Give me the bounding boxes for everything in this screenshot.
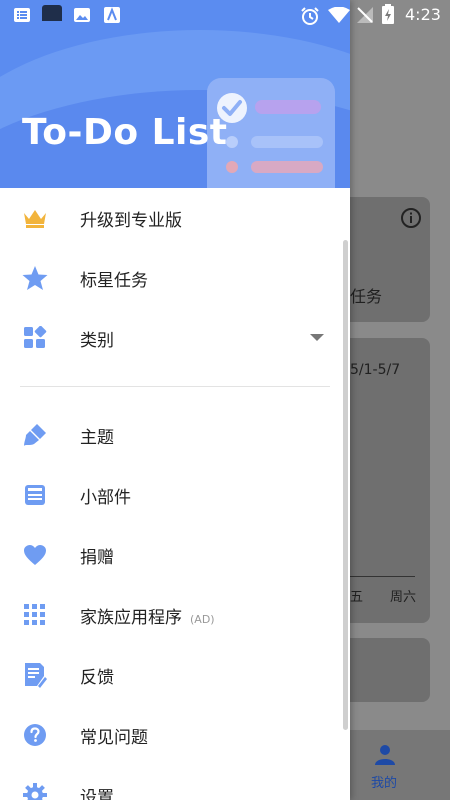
notification-list-icon — [14, 8, 30, 22]
background-card — [338, 338, 430, 623]
chevron-down-icon[interactable] — [309, 333, 325, 343]
menu-item-label: 反馈 — [80, 667, 114, 688]
app-title: To-Do List — [22, 112, 228, 153]
clock: 4:23 — [405, 5, 441, 24]
menu-item-label: 标星任务 — [80, 270, 148, 291]
menu-item-label: 小部件 — [80, 487, 131, 508]
category-icon — [24, 326, 47, 348]
brush-icon — [24, 424, 46, 446]
menu-item-faq[interactable]: 常见问题 — [0, 705, 350, 765]
drawer-menu: 升级到专业版 标星任务 类别 主题 小部件 捐赠 家族应用程序 (AD) 反馈 … — [0, 188, 350, 800]
menu-item-starred-tasks[interactable]: 标星任务 — [0, 248, 350, 308]
menu-item-family-apps[interactable]: 家族应用程序 (AD) — [0, 585, 350, 645]
question-icon — [24, 724, 46, 746]
heart-icon — [24, 545, 46, 565]
menu-item-categories[interactable]: 类别 — [0, 308, 350, 368]
menu-item-widgets[interactable]: 小部件 — [0, 465, 350, 525]
image-icon — [74, 8, 90, 22]
no-signal-icon — [357, 7, 373, 23]
store-icon — [104, 7, 120, 23]
status-bar — [0, 0, 350, 30]
ad-badge: (AD) — [190, 612, 215, 626]
background-date-range: 5/1-5/7 — [350, 362, 401, 378]
navigation-drawer: To-Do List 升级到专业版 标星任务 类别 主题 小部件 捐赠 家族应用… — [0, 0, 350, 800]
star-icon — [22, 266, 48, 290]
drawer-scrollbar[interactable] — [343, 240, 348, 730]
menu-item-label: 升级到专业版 — [80, 210, 182, 231]
menu-item-theme[interactable]: 主题 — [0, 405, 350, 465]
alarm-icon — [301, 7, 319, 25]
gear-icon — [23, 783, 47, 800]
menu-item-donate[interactable]: 捐赠 — [0, 525, 350, 585]
battery-charging-icon — [382, 4, 394, 24]
menu-item-settings[interactable]: 设置 — [0, 765, 350, 800]
weekday-label: 周六 — [390, 590, 417, 605]
background-card — [338, 638, 430, 702]
menu-item-feedback[interactable]: 反馈 — [0, 645, 350, 705]
menu-item-label: 主题 — [80, 427, 114, 448]
menu-item-label: 家族应用程序 (AD) — [80, 607, 215, 628]
crown-icon — [24, 210, 46, 228]
grid-icon — [24, 604, 45, 625]
menu-item-label: 设置 — [80, 787, 114, 800]
info-icon — [401, 208, 421, 228]
menu-item-label: 类别 — [80, 330, 114, 351]
feedback-icon — [25, 663, 47, 688]
background-text: 任务 — [350, 287, 383, 306]
person-icon[interactable] — [373, 742, 397, 766]
widget-icon — [25, 485, 45, 505]
tab-mine[interactable]: 我的 — [371, 772, 397, 791]
wifi-icon — [328, 7, 350, 23]
weekday-label: 五 — [350, 590, 364, 605]
menu-item-upgrade-pro[interactable]: 升级到专业版 — [0, 188, 350, 248]
bottom-nav — [350, 730, 450, 800]
menu-item-label: 捐赠 — [80, 547, 114, 568]
chart-axis — [350, 576, 415, 577]
menu-divider — [20, 386, 330, 387]
menu-item-label: 常见问题 — [80, 727, 148, 748]
app-notification-icon — [42, 5, 62, 21]
